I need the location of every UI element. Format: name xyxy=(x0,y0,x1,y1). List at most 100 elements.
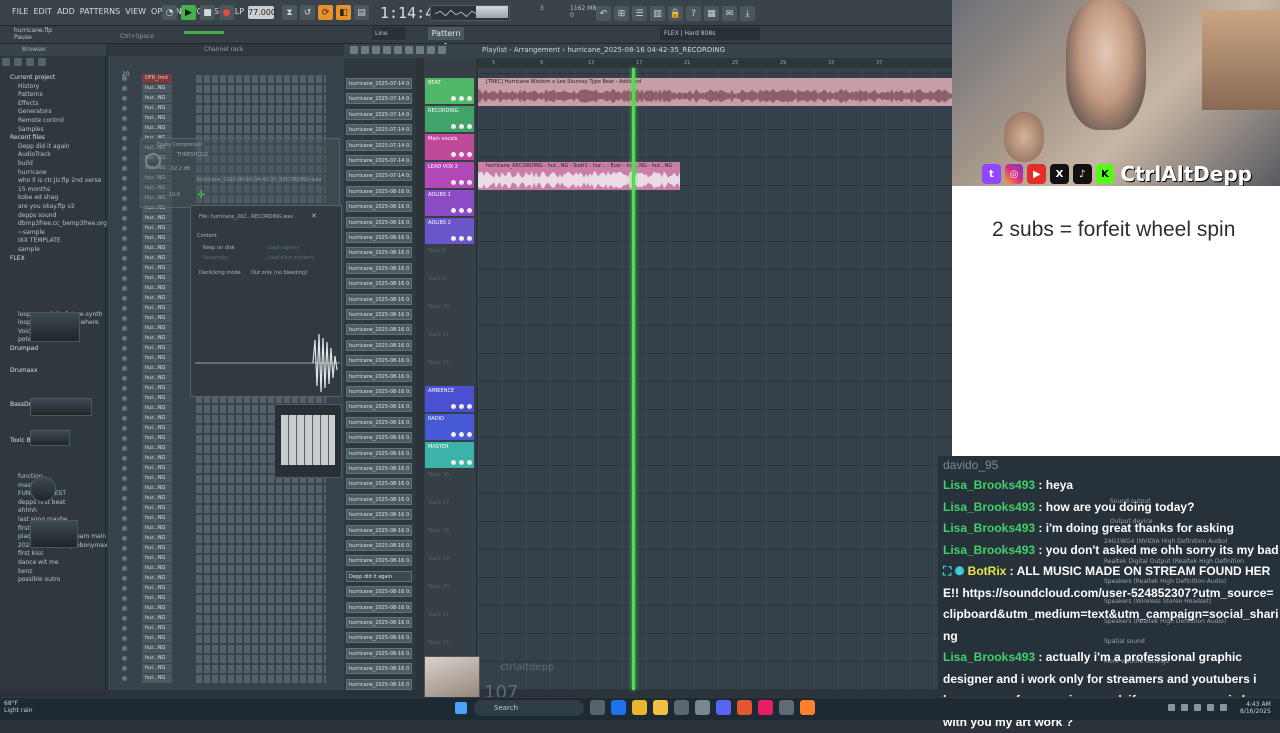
channel-led-icon[interactable] xyxy=(122,296,127,301)
channel-led-icon[interactable] xyxy=(122,666,127,671)
channel-led-icon[interactable] xyxy=(122,186,127,191)
solo-icon[interactable] xyxy=(459,124,464,129)
menu-item-patterns[interactable]: PATTERNS xyxy=(80,7,120,16)
app-icon[interactable] xyxy=(779,700,794,715)
channel-row[interactable]: hur...NG xyxy=(112,84,340,94)
clip-source-item[interactable]: hurricane_2025-08-16 0... xyxy=(346,447,412,459)
channel-led-icon[interactable] xyxy=(122,196,127,201)
channel-led-icon[interactable] xyxy=(122,386,127,391)
track-header[interactable]: Track 9 xyxy=(425,274,474,300)
channel-led-icon[interactable] xyxy=(122,456,127,461)
clip-source-item[interactable]: hurricane_2025-08-16 0... xyxy=(346,386,412,397)
track-header[interactable]: Track 19 xyxy=(425,554,474,580)
step-sequencer[interactable] xyxy=(196,85,326,93)
channel-led-icon[interactable] xyxy=(122,506,127,511)
step-sequencer[interactable] xyxy=(196,75,326,83)
channel-row[interactable]: hur...NG xyxy=(112,674,340,684)
mute-icon[interactable] xyxy=(451,432,456,437)
browser-item[interactable]: Patterns xyxy=(18,91,43,99)
browser-item[interactable]: Depp did it again xyxy=(18,143,70,151)
piano-keys[interactable] xyxy=(281,415,335,465)
channel-led-icon[interactable] xyxy=(122,436,127,441)
lock-icon[interactable]: 🔒 xyxy=(668,6,683,21)
browser-item[interactable]: FLEX xyxy=(10,255,25,263)
channel-name[interactable]: hur...NG xyxy=(142,564,172,573)
track-header[interactable]: LEAD VOX 2 xyxy=(425,162,474,188)
channel-name[interactable]: hur...NG xyxy=(142,234,172,243)
clip-source-item[interactable]: hurricane_2025-08-16 0... xyxy=(346,601,412,613)
solo-icon[interactable] xyxy=(459,404,464,409)
browser-item[interactable]: AudioTrack xyxy=(18,151,51,159)
channel-name[interactable]: hur...NG xyxy=(142,124,172,133)
play-button[interactable]: ▶ xyxy=(181,5,196,20)
channel-led-icon[interactable] xyxy=(122,426,127,431)
channel-led-icon[interactable] xyxy=(122,466,127,471)
track-header[interactable]: RECORDING xyxy=(425,106,474,132)
load-slice-option[interactable]: Load slice markers xyxy=(267,255,314,261)
clip-source-item[interactable]: hurricane_2025-08-16 0... xyxy=(346,201,412,213)
metronome-icon[interactable]: ◔ xyxy=(162,5,177,20)
chrome-icon[interactable] xyxy=(632,700,647,715)
channel-name[interactable]: hur...NG xyxy=(142,674,172,683)
step-sequencer[interactable] xyxy=(196,585,326,593)
channel-led-icon[interactable] xyxy=(122,656,127,661)
mute-icon[interactable] xyxy=(451,208,456,213)
slice-tool-icon[interactable] xyxy=(405,46,413,54)
channel-led-icon[interactable] xyxy=(122,596,127,601)
beat-audio-clip[interactable]: [TREC] Hurricane Wisdom x Lee Stunnay Ty… xyxy=(478,78,952,106)
step-edit-icon[interactable]: ▤ xyxy=(354,5,369,20)
channel-led-icon[interactable] xyxy=(122,86,127,91)
track-header[interactable]: Track 17 xyxy=(425,498,474,524)
clip-source-item[interactable]: hurricane_2025-08-16 0... xyxy=(346,324,412,336)
step-sequencer[interactable] xyxy=(196,675,326,683)
channel-name[interactable]: hur...NG xyxy=(142,374,172,383)
channel-led-icon[interactable] xyxy=(122,136,127,141)
solo-icon[interactable] xyxy=(459,152,464,157)
music-app-icon[interactable] xyxy=(758,700,773,715)
declicking-select[interactable]: Out only (no bleeding) xyxy=(251,270,307,276)
track-header[interactable]: Track 18 xyxy=(425,526,474,552)
channel-led-icon[interactable] xyxy=(122,166,127,171)
track-header[interactable]: BEAT xyxy=(425,78,474,104)
undo-icon[interactable]: ↶ xyxy=(596,6,611,21)
channel-name[interactable]: hur...NG xyxy=(142,294,172,303)
channel-name[interactable]: hur...NG xyxy=(142,514,172,523)
channel-led-icon[interactable] xyxy=(122,206,127,211)
channel-led-icon[interactable] xyxy=(122,336,127,341)
channel-name[interactable]: hur...NG xyxy=(142,624,172,633)
close-icon[interactable]: ✕ xyxy=(311,212,317,220)
browser-item[interactable]: ehhhh xyxy=(18,507,37,515)
browser-item[interactable]: depps sound xyxy=(18,212,56,220)
channel-row[interactable]: hur...NG xyxy=(112,574,340,584)
track-header[interactable]: ADLIBS 1 xyxy=(425,190,474,216)
mute-icon[interactable] xyxy=(451,404,456,409)
forward-icon[interactable] xyxy=(14,58,22,66)
task-view-icon[interactable] xyxy=(590,700,605,715)
browser-item[interactable]: IXX TEMPLATE xyxy=(18,237,61,245)
browser-item[interactable]: Current project xyxy=(10,74,55,82)
playback-tool-icon[interactable] xyxy=(438,46,446,54)
channel-name[interactable]: hur...NG xyxy=(142,424,172,433)
browser-item[interactable]: kobe ed shag xyxy=(18,194,58,202)
channel-name[interactable]: hur...NG xyxy=(142,554,172,563)
record-arm-icon[interactable] xyxy=(467,208,472,213)
channel-row[interactable]: hur...NG xyxy=(112,614,340,624)
channel-name[interactable]: hur...NG xyxy=(142,244,172,253)
track-header[interactable]: AMBIENCE xyxy=(425,386,474,412)
back-icon[interactable] xyxy=(2,58,10,66)
channel-name[interactable]: hur...NG xyxy=(142,584,172,593)
zoom-tool-icon[interactable] xyxy=(427,46,435,54)
mute-icon[interactable] xyxy=(451,180,456,185)
channel-led-icon[interactable] xyxy=(122,326,127,331)
channel-led-icon[interactable] xyxy=(122,576,127,581)
channel-led-icon[interactable] xyxy=(122,256,127,261)
clip-source-item[interactable]: hurricane_2025-07-14 0... xyxy=(346,170,412,182)
clip-source-item[interactable]: hurricane_2025-08-16 0... xyxy=(346,293,412,305)
step-sequencer[interactable] xyxy=(196,115,326,123)
channel-row[interactable]: hur...NG xyxy=(112,124,340,134)
channel-name[interactable]: hur...NG xyxy=(142,534,172,543)
channel-led-icon[interactable] xyxy=(122,486,127,491)
timeline-ruler[interactable]: 5 9 13 17 21 25 29 33 37 xyxy=(478,58,952,68)
channel-name[interactable]: hur...NG xyxy=(142,594,172,603)
track-header[interactable]: Main vocals xyxy=(425,134,474,160)
